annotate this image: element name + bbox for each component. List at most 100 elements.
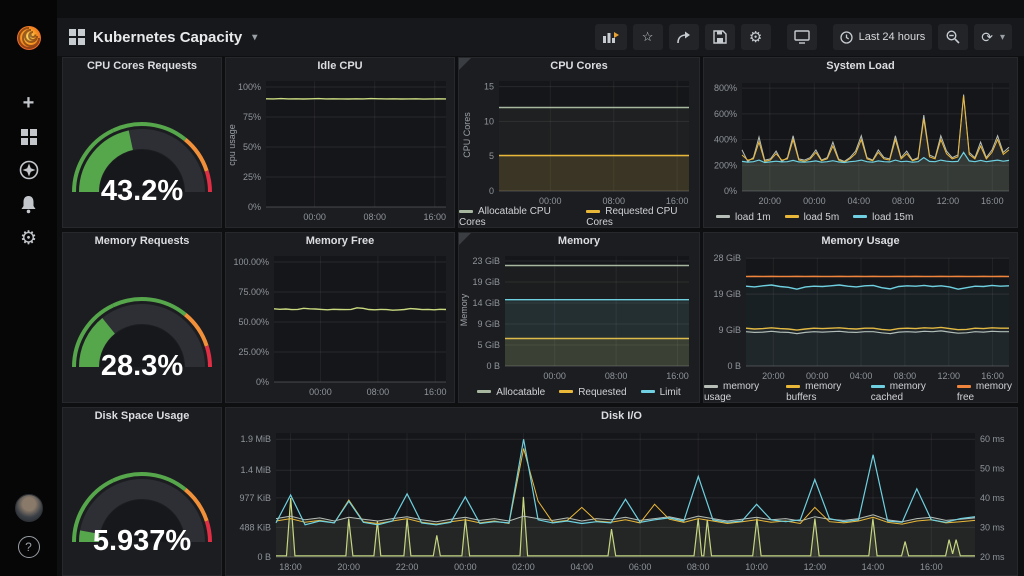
legend-color-dash [641,390,655,393]
explore-icon[interactable] [0,160,57,185]
svg-text:04:00: 04:00 [850,371,873,381]
svg-text:18:00: 18:00 [279,562,302,572]
save-button[interactable] [705,24,735,50]
legend-item[interactable]: Allocatable CPU Cores [459,206,572,228]
svg-text:800%: 800% [714,83,737,93]
svg-text:14 GiB: 14 GiB [472,298,500,308]
grafana-logo-icon[interactable] [13,22,45,54]
panel-corner-indicator[interactable] [459,58,471,70]
legend-item[interactable]: load 1m [716,212,771,223]
dashboards-icon[interactable] [0,128,57,151]
panel-title[interactable]: CPU Cores [459,58,699,75]
svg-text:16:00: 16:00 [666,196,689,206]
svg-text:600%: 600% [714,109,737,119]
clock-icon [840,31,853,44]
panel-title[interactable]: Memory Usage [704,233,1017,250]
panel-corner-indicator[interactable] [459,233,471,245]
svg-text:00:00: 00:00 [543,371,566,381]
add-panel-icon [602,30,620,44]
legend-color-dash [957,385,971,388]
zoom-out-button[interactable] [938,24,968,50]
svg-text:12:00: 12:00 [937,196,960,206]
cpu-cores-chart[interactable]: 05101500:0008:0016:00 [459,75,699,209]
svg-text:9 GiB: 9 GiB [477,319,500,329]
idle-cpu-chart[interactable]: 0%25%50%75%100%00:0008:0016:00 [226,75,454,225]
user-avatar[interactable] [0,494,57,522]
title-caret-icon[interactable]: ▾ [252,32,257,43]
legend-item[interactable]: memory usage [704,381,772,403]
svg-text:200%: 200% [714,160,737,170]
panel-title[interactable]: Idle CPU [226,58,454,75]
legend-item[interactable]: load 15m [853,212,913,223]
add-icon[interactable]: + [0,92,57,115]
chart-legend: Allocatable Requested Limit [459,384,699,400]
configuration-gear-icon[interactable]: ⚙ [0,227,57,250]
svg-text:75.00%: 75.00% [238,287,269,297]
svg-text:16:00: 16:00 [981,371,1004,381]
system-load-chart[interactable]: 0%200%400%600%800%20:0000:0004:0008:0012… [704,75,1017,209]
svg-text:08:00: 08:00 [894,371,917,381]
svg-text:00:00: 00:00 [303,212,326,222]
star-button[interactable]: ☆ [633,24,663,50]
svg-text:50.00%: 50.00% [238,317,269,327]
svg-text:08:00: 08:00 [602,196,625,206]
svg-text:977 KiB: 977 KiB [239,493,271,503]
panel-title[interactable]: Memory Free [226,233,454,250]
svg-text:30 ms: 30 ms [980,523,1005,533]
alerting-bell-icon[interactable] [0,194,57,219]
legend-item[interactable]: Limit [641,387,681,398]
share-button[interactable] [669,24,699,50]
legend-item[interactable]: Requested [559,387,626,398]
svg-text:16:00: 16:00 [981,196,1004,206]
legend-item[interactable]: memory cached [871,381,943,403]
svg-text:08:00: 08:00 [367,387,390,397]
panel-title[interactable]: Memory Requests [63,233,221,250]
help-icon[interactable]: ? [0,536,57,558]
legend-item[interactable]: memory free [957,381,1017,403]
panel-title[interactable]: Disk Space Usage [63,408,221,425]
svg-text:00:00: 00:00 [454,562,477,572]
time-range-picker[interactable]: Last 24 hours [833,24,933,50]
panel-title[interactable]: CPU Cores Requests [63,58,221,75]
sidebar: + ⚙ ? [0,0,57,576]
panel-memory-requests: Memory Requests 28.3% [62,232,222,403]
panel-cpu-cores: CPU Cores CPU Cores 05101500:0008:0016:0… [458,57,700,228]
refresh-caret-icon[interactable]: ▾ [1000,32,1005,43]
legend-item[interactable]: Requested CPU Cores [586,206,699,228]
gauge-disk-space-usage: 5.937% [63,430,221,570]
legend-item[interactable]: memory buffers [786,381,857,403]
legend-color-dash [586,210,600,213]
settings-button[interactable]: ⚙ [741,24,771,50]
time-range-label: Last 24 hours [859,31,926,43]
svg-text:400%: 400% [714,135,737,145]
svg-text:00:00: 00:00 [803,196,826,206]
svg-text:1.9 MiB: 1.9 MiB [240,434,271,444]
tv-mode-button[interactable] [787,24,817,50]
svg-text:1.4 MiB: 1.4 MiB [240,465,271,475]
svg-text:5 GiB: 5 GiB [477,340,500,350]
memory-chart[interactable]: 0 B5 GiB9 GiB14 GiB19 GiB23 GiB00:0008:0… [459,250,699,384]
legend-item[interactable]: Allocatable [477,387,545,398]
legend-color-dash [477,390,491,393]
legend-color-dash [785,215,799,218]
memory-free-chart[interactable]: 0%25.00%50.00%75.00%100.00%00:0008:0016:… [226,250,454,400]
grafana-dashboard: + ⚙ ? Kubernetes Capacity ▾ ☆ [0,0,1024,576]
svg-text:23 GiB: 23 GiB [472,256,500,266]
refresh-button[interactable]: ⟳ ▾ [974,24,1012,50]
panel-title[interactable]: Memory [459,233,699,250]
add-panel-button[interactable] [595,24,627,50]
legend-item[interactable]: load 5m [785,212,840,223]
panel-disk-space-usage: Disk Space Usage 5.937% [62,407,222,576]
panel-title[interactable]: System Load [704,58,1017,75]
svg-text:20:00: 20:00 [337,562,360,572]
svg-text:12:00: 12:00 [938,371,961,381]
panel-title[interactable]: Disk I/O [226,408,1017,425]
svg-text:25.00%: 25.00% [238,347,269,357]
share-icon [676,31,691,44]
memory-usage-chart[interactable]: 0 B9 GiB19 GiB28 GiB20:0000:0004:0008:00… [704,250,1017,384]
svg-text:10: 10 [484,116,494,126]
svg-text:06:00: 06:00 [629,562,652,572]
disk-io-chart[interactable]: 0 B488 KiB977 KiB1.4 MiB1.9 MiB18:0020:0… [226,425,1017,575]
legend-color-dash [459,210,473,213]
dashboard-title-group[interactable]: Kubernetes Capacity ▾ [69,29,257,46]
